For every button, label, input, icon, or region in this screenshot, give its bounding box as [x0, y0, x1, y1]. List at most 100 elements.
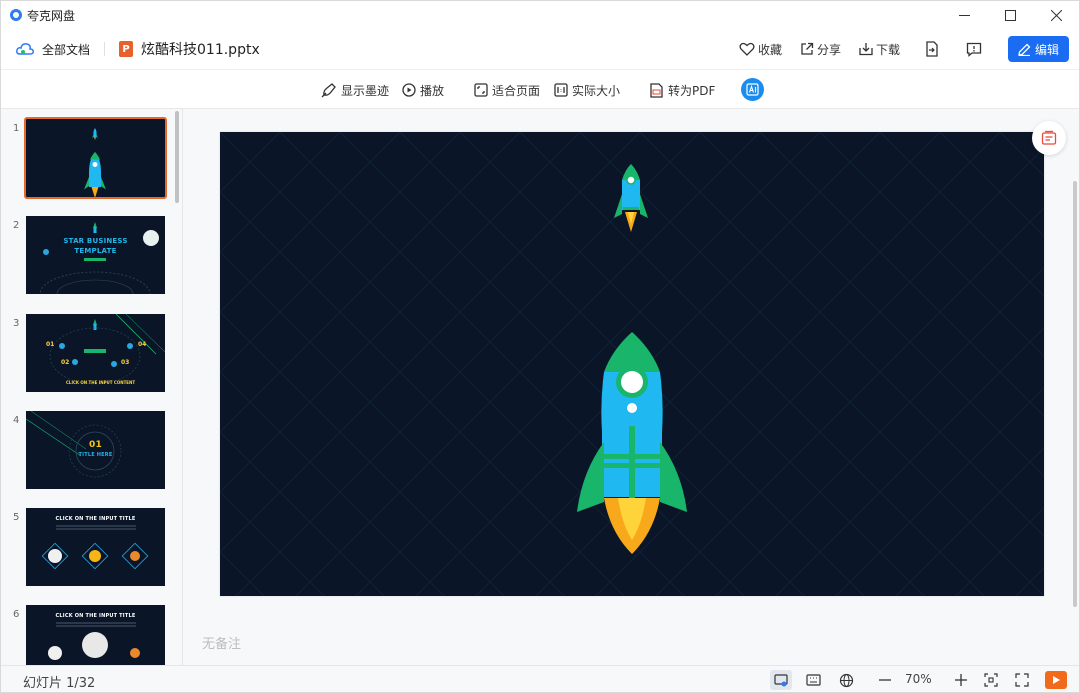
thumbnail-footer-text: CLICK ON THE INPUT CONTENT [66, 380, 136, 385]
slideshow-button[interactable] [1045, 671, 1067, 689]
maximize-button[interactable] [987, 1, 1033, 29]
minus-icon [879, 679, 891, 681]
thumbnail-title-line2: TEMPLATE [74, 247, 117, 255]
fullscreen-button[interactable] [1012, 670, 1032, 690]
globe-icon [839, 673, 853, 687]
current-slide [220, 132, 1044, 596]
notes-view-button[interactable] [803, 670, 823, 690]
slide-viewer: 无备注 [184, 109, 1079, 665]
thumbnail-label-01: 01 [46, 341, 55, 348]
close-button[interactable] [1033, 1, 1079, 29]
zoom-out-button[interactable] [875, 670, 895, 690]
ai-icon [746, 83, 759, 96]
rocket-thumbnail-image [84, 128, 106, 197]
thumbnail-preview: 01 TITLE HERE [26, 411, 165, 489]
share-label: 分享 [816, 42, 841, 57]
play-button[interactable]: 播放 [402, 70, 444, 110]
play-icon [402, 83, 416, 97]
slide-counter: 幻灯片 1/32 [23, 676, 96, 691]
play-label: 播放 [420, 83, 445, 98]
slide-side-tool-button[interactable] [1032, 121, 1066, 155]
favorite-button[interactable]: 收藏 [739, 41, 782, 58]
fit-page-icon [474, 83, 488, 97]
notes-placeholder: 无备注 [202, 637, 242, 652]
share-button[interactable]: 分享 [800, 41, 841, 58]
minimize-icon [958, 14, 970, 16]
fit-page-label: 适合页面 [492, 83, 541, 98]
slide-thumbnail-panel: 1 2 STAR BUSINESS TEMPLATE 3 01 02 03 04… [1, 109, 183, 665]
thumbnail-preview: STAR BUSINESS TEMPLATE [26, 216, 165, 294]
star-business-thumbnail-art [39, 222, 159, 294]
save-to-disk-button[interactable] [922, 39, 942, 59]
thumbnail-number: 2 [13, 220, 20, 231]
cloud-icon [16, 43, 34, 55]
maximize-icon [1004, 9, 1016, 21]
thumbnail-number: 6 [13, 609, 20, 620]
show-ink-button[interactable]: 显示墨迹 [321, 70, 389, 110]
thumbnail-label-02: 02 [61, 359, 70, 366]
language-button[interactable] [836, 670, 856, 690]
thumbnail-4[interactable]: 4 01 TITLE HERE [1, 411, 179, 493]
convert-pdf-button[interactable]: 转为PDF [649, 70, 715, 110]
zoom-in-button[interactable] [951, 670, 971, 690]
title-bar: 夸克网盘 [1, 1, 1079, 29]
show-ink-label: 显示墨迹 [341, 83, 390, 98]
thumbnail-5[interactable]: 5 CLICK ON THE INPUT TITLE [1, 508, 179, 590]
thumbnail-title-line1: STAR BUSINESS [63, 237, 128, 245]
file-import-icon [926, 41, 938, 57]
moon-thumbnail-art [48, 622, 140, 660]
thumbnail-preview: 01 02 03 04 CLICK ON THE INPUT CONTENT [26, 314, 165, 392]
actual-size-icon [554, 83, 568, 97]
pptx-file-icon: P [119, 41, 134, 57]
fit-page-button[interactable]: 适合页面 [474, 70, 540, 110]
thumbnail-label-03: 03 [121, 359, 130, 366]
pencil-icon [1018, 43, 1031, 56]
planet-diamonds-thumbnail-art [41, 525, 149, 570]
download-label: 下载 [875, 42, 900, 57]
slides-panel-icon [1041, 130, 1057, 145]
app-logo-icon [10, 9, 22, 21]
thumbnail-6[interactable]: 6 CLICK ON THE INPUT TITLE [1, 605, 179, 665]
ink-pen-icon [321, 83, 336, 98]
thumbnail-subtitle: TITLE HERE [78, 452, 113, 458]
share-icon [801, 42, 814, 55]
thumbnail-2[interactable]: 2 STAR BUSINESS TEMPLATE [1, 216, 179, 298]
play-icon [1053, 676, 1060, 684]
zoom-level: 70% [905, 672, 932, 686]
all-docs-link[interactable]: 全部文档 [16, 41, 90, 58]
header-divider [104, 42, 106, 56]
convert-pdf-label: 转为PDF [668, 83, 716, 98]
viewer-scrollbar[interactable] [1073, 181, 1077, 607]
app-window: 夸克网盘 全部文档 P 炫酷科技011.pptx 收藏 分享 下载 编辑 显示墨… [0, 0, 1080, 693]
section-thumbnail-art [26, 411, 122, 478]
actual-size-button[interactable]: 实际大小 [554, 70, 620, 110]
fit-screen-icon [984, 673, 998, 687]
minimize-button[interactable] [941, 1, 987, 29]
thumbnail-number: 1 [13, 123, 20, 134]
all-docs-label: 全部文档 [42, 42, 91, 57]
ai-assistant-button[interactable] [741, 78, 764, 101]
close-icon [1050, 9, 1062, 21]
thumbnail-1[interactable]: 1 [1, 117, 179, 201]
download-button[interactable]: 下载 [859, 41, 900, 58]
fit-screen-button[interactable] [981, 670, 1001, 690]
thumbnail-big-number: 01 [89, 440, 102, 450]
thumbnail-preview: CLICK ON THE INPUT TITLE [26, 508, 165, 586]
keyboard-icon [805, 674, 821, 686]
file-name: 炫酷科技011.pptx [141, 42, 260, 58]
view-icon [774, 674, 788, 687]
thumbnail-scrollbar[interactable] [175, 111, 179, 203]
thumbnail-3[interactable]: 3 01 02 03 04 CLICK ON THE INPUT CONTENT [1, 314, 179, 396]
edit-button[interactable]: 编辑 [1008, 36, 1069, 62]
pdf-icon [650, 82, 663, 98]
thumbnail-number: 4 [13, 415, 20, 426]
heart-icon [739, 42, 755, 56]
rocket-slide-image [220, 132, 1044, 596]
normal-view-button[interactable] [770, 670, 792, 690]
document-header: 全部文档 P 炫酷科技011.pptx 收藏 分享 下载 编辑 [1, 29, 1079, 69]
app-title: 夸克网盘 [27, 8, 76, 23]
thumbnail-number: 3 [13, 318, 20, 329]
fullscreen-icon [1015, 673, 1029, 687]
feedback-button[interactable] [964, 39, 984, 59]
favorite-label: 收藏 [757, 42, 782, 57]
